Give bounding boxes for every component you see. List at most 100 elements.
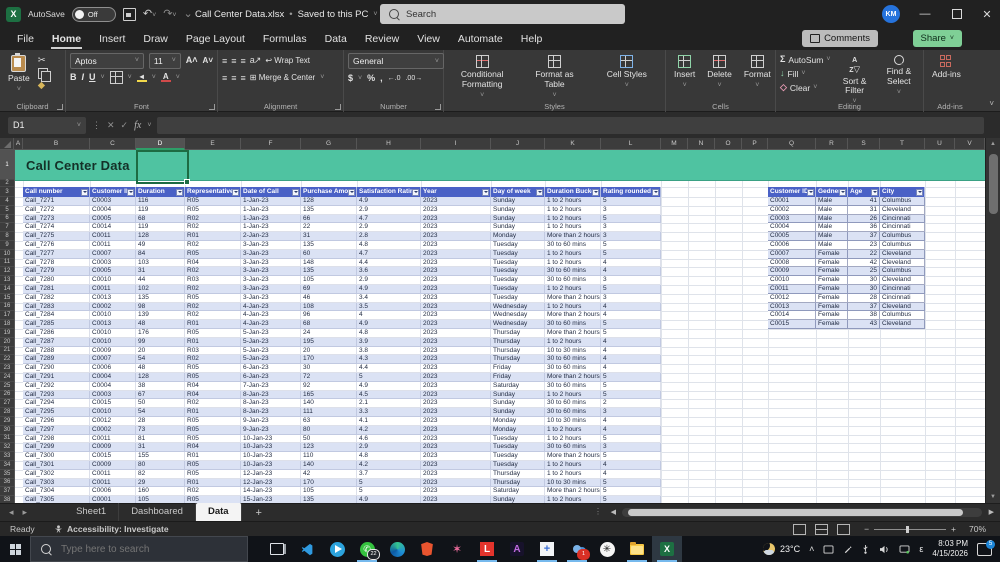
table-cell[interactable]: 2023 <box>421 408 491 417</box>
table-cell[interactable]: C0003 <box>90 197 136 206</box>
table-cell[interactable]: C0005 <box>90 214 136 224</box>
copy-icon[interactable] <box>37 67 51 82</box>
table-cell[interactable]: 2023 <box>421 373 491 382</box>
table-cell[interactable]: 5-Jan-23 <box>241 355 301 365</box>
table-cell[interactable]: 3 <box>601 276 661 285</box>
column-header-I[interactable]: I <box>421 138 491 150</box>
tab-help[interactable]: Help <box>512 30 552 48</box>
delete-cells-button[interactable]: Delete ˅ <box>703 53 736 92</box>
currency-icon[interactable]: $ <box>348 74 353 83</box>
table-cell[interactable]: 14-Jan-23 <box>241 487 301 497</box>
table-cell[interactable]: R01 <box>185 320 241 329</box>
table-cell[interactable]: 84 <box>136 249 185 259</box>
table-cell[interactable]: 135 <box>301 267 357 277</box>
table-cell[interactable]: 72 <box>301 373 357 382</box>
table-cell[interactable]: 10 to 30 mins <box>545 417 601 426</box>
table-cell[interactable]: 5 <box>601 249 661 259</box>
table-cell[interactable]: Cleveland <box>880 249 925 259</box>
table-cell[interactable]: 5 <box>601 214 661 224</box>
display-cast-icon[interactable] <box>899 544 910 554</box>
table-cell[interactable]: 155 <box>136 452 185 461</box>
table-cell[interactable]: 20 <box>301 346 357 356</box>
number-dialog-launcher[interactable] <box>435 104 441 110</box>
table-cell[interactable]: 2023 <box>421 258 491 268</box>
table-cell[interactable]: 4 <box>601 425 661 435</box>
table-cell[interactable]: 4.8 <box>357 241 421 250</box>
add-sheet-button[interactable]: + <box>242 507 276 519</box>
table-cell[interactable]: C0004 <box>90 205 136 215</box>
table-cell[interactable]: 30 to 60 mins <box>545 381 601 391</box>
table-cell[interactable]: 2023 <box>421 285 491 294</box>
table-cell[interactable]: 3.6 <box>357 267 421 277</box>
table-cell[interactable]: R05 <box>185 496 241 503</box>
align-bottom-icon[interactable]: ≡ <box>241 56 246 66</box>
vertical-scrollbar[interactable]: ▲ ▼ <box>985 138 1000 503</box>
table-cell[interactable]: 12-Jan-23 <box>241 469 301 479</box>
table-cell[interactable]: Call_7281 <box>23 285 90 294</box>
row-header-37[interactable]: 37 <box>0 487 14 497</box>
table-cell[interactable]: Tuesday <box>491 241 545 250</box>
table-cell[interactable]: 4.6 <box>357 434 421 444</box>
table-cell[interactable]: 2023 <box>421 197 491 206</box>
table-cell[interactable]: 10 to 30 mins <box>545 478 601 488</box>
table-cell[interactable]: 135 <box>136 293 185 303</box>
table-cell[interactable]: 1 to 2 hours <box>545 205 601 215</box>
table-cell[interactable]: Columbus <box>880 241 925 250</box>
table-cell[interactable]: Male <box>816 241 848 250</box>
horizontal-scrollbar[interactable] <box>622 508 982 517</box>
tab-home[interactable]: Home <box>43 30 90 49</box>
table-cell[interactable]: R02 <box>185 355 241 365</box>
table-cell[interactable]: 38 <box>848 311 880 321</box>
redo-button[interactable]: ↷˅ <box>163 8 176 20</box>
table-cell[interactable]: 80 <box>136 461 185 470</box>
notification-center-icon[interactable]: 5 <box>977 539 995 556</box>
table-cell[interactable]: 99 <box>136 337 185 347</box>
alignment-dialog-launcher[interactable] <box>335 104 341 110</box>
table-cell[interactable]: C0015 <box>768 320 816 329</box>
underline-button[interactable]: U <box>89 73 96 82</box>
table-cell[interactable]: 3 <box>601 223 661 233</box>
table-cell[interactable]: Saturday <box>491 381 545 391</box>
table-cell[interactable]: R04 <box>185 390 241 400</box>
table-cell[interactable]: Wednesday <box>491 311 545 321</box>
table-cell[interactable]: Call_7303 <box>23 478 90 488</box>
table-cell[interactable]: 2.9 <box>357 223 421 233</box>
table-cell[interactable]: C0015 <box>90 399 136 409</box>
table-cell[interactable]: 6-Jan-23 <box>241 373 301 382</box>
row-header-7[interactable]: 7 <box>0 223 14 233</box>
table-cell[interactable]: C0010 <box>768 276 816 285</box>
table-cell[interactable]: 2023 <box>421 232 491 241</box>
table-cell[interactable]: 3-Jan-23 <box>241 276 301 285</box>
table-cell[interactable]: 31 <box>136 443 185 453</box>
insert-cells-button[interactable]: Insert ˅ <box>670 53 699 92</box>
column-header-O[interactable]: O <box>715 138 742 150</box>
table-cell[interactable]: 2023 <box>421 364 491 373</box>
table-cell[interactable]: 7-Jan-23 <box>241 381 301 391</box>
table-cell[interactable]: Female <box>816 311 848 321</box>
table-cell[interactable]: Sunday <box>491 390 545 400</box>
table-cell[interactable]: C0010 <box>90 408 136 417</box>
table-cell[interactable]: 1 to 2 hours <box>545 337 601 347</box>
table-cell[interactable]: R01 <box>185 478 241 488</box>
table-cell[interactable]: Sunday <box>491 496 545 503</box>
row-header-4[interactable]: 4 <box>0 197 14 206</box>
table-cell[interactable]: 36 <box>848 223 880 233</box>
table-cell[interactable]: Tuesday <box>491 276 545 285</box>
increase-decimal-icon[interactable]: ←.0 <box>388 75 401 82</box>
tab-view[interactable]: View <box>408 30 449 48</box>
table-cell[interactable]: Sunday <box>491 399 545 409</box>
table-cell[interactable]: 8-Jan-23 <box>241 408 301 417</box>
table-cell[interactable]: 116 <box>136 197 185 206</box>
table-cell[interactable]: Female <box>816 258 848 268</box>
table-cell[interactable]: R02 <box>185 223 241 233</box>
accessibility-status[interactable]: Accessibility: Investigate <box>54 524 169 534</box>
table-cell[interactable]: 3 <box>601 443 661 453</box>
fill-button[interactable]: ↓ Fill ˅ <box>780 67 830 80</box>
tab-review[interactable]: Review <box>356 30 408 48</box>
table-cell[interactable]: C0005 <box>768 232 816 241</box>
table-cell[interactable]: 2023 <box>421 487 491 497</box>
column-header-R[interactable]: R <box>816 138 848 150</box>
table-cell[interactable]: 105 <box>301 276 357 285</box>
table-cell[interactable]: C0014 <box>768 311 816 321</box>
search-input[interactable]: Search <box>380 4 625 24</box>
